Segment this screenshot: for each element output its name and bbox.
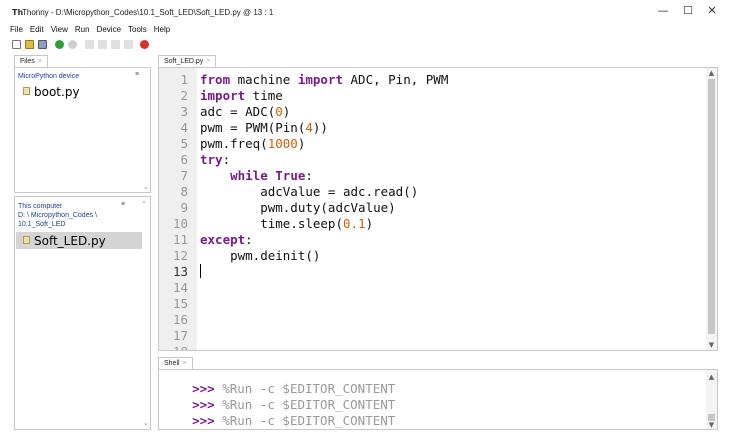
code-line: while True: [230,168,313,183]
menu-view[interactable]: View [51,24,68,36]
scroll-down-icon[interactable]: ▼ [707,421,716,429]
line-number: 9 [180,200,188,215]
shell-console[interactable]: >>> %Run -c $EDITOR_CONTENT >>> %Run -c … [158,369,718,430]
step-over-icon[interactable] [85,39,94,49]
line-number: 3 [180,104,188,119]
save-icon[interactable] [38,39,47,49]
code-line: adc = ADC(0) [200,104,291,119]
python-file-icon [23,87,30,95]
maximize-button[interactable]: ☐ [680,4,696,18]
line-number: 18 [159,344,188,350]
code-line: try: [200,152,231,167]
file-item[interactable]: Soft_LED.py [23,234,106,248]
file-name: Soft_LED.py [34,234,106,248]
line-number: 10 [172,216,188,231]
editor-scrollbar[interactable]: ▲ ▼ [706,68,717,350]
menu-run[interactable]: Run [75,24,90,36]
python-file-icon [23,236,30,244]
device-heading: MicroPython device [18,73,80,80]
toolbar [12,38,149,50]
step-out-icon[interactable] [111,39,120,49]
shell-command: %Run -c $EDITOR_CONTENT [222,413,396,428]
line-number: 1 [180,72,188,87]
scroll-up-icon[interactable]: ▲ [707,373,716,381]
scroll-down-icon[interactable]: ▼ [707,341,716,349]
code-editor[interactable]: 1 2 3 4 5 6 7 8 9 10 11 12 13 14 15 16 1… [158,67,718,351]
computer-heading: This computer [18,203,63,210]
line-number: 7 [180,168,188,183]
line-number: 12 [172,248,188,263]
menu-edit[interactable]: Edit [30,24,44,36]
new-file-icon[interactable] [12,39,21,49]
shell-line: >>> %Run -c $EDITOR_CONTENT [162,398,396,429]
shell-prompt: >>> [192,413,215,428]
line-number: 11 [172,232,188,247]
menu-device[interactable]: Device [97,24,121,36]
computer-path-folder[interactable]: 10.1_Soft_LED [18,220,65,229]
menu-file[interactable]: File [10,24,23,36]
menu-bar: File Edit View Run Device Tools Help [10,24,170,36]
title-bar: Th Thonny - D:\Micropython_Codes\10.1_So… [0,0,732,22]
resume-icon[interactable] [124,39,133,49]
window-title: Thonny - D:\Micropython_Codes\10.1_Soft_… [22,8,274,17]
close-button[interactable]: ✕ [704,4,720,18]
line-number: 5 [180,136,188,151]
menu-tools[interactable]: Tools [128,24,147,36]
code-line: pwm = PWM(Pin(4)) [200,120,328,135]
close-icon[interactable]: × [38,58,42,65]
code-line: pwm.duty(adcValue) [200,200,396,215]
scroll-down-icon[interactable]: ⌄ [143,183,149,191]
code-line: import time [200,88,283,103]
menu-help[interactable]: Help [154,24,170,36]
scrollbar-thumb[interactable] [708,79,715,334]
minimize-button[interactable]: — [655,4,671,18]
this-computer-pane: This computer D: \ Micropython_Codes \ 1… [14,196,151,430]
editor-tab-label: Soft_LED.py [164,58,204,65]
scrollbar-thumb[interactable] [708,414,715,421]
line-number: 2 [180,88,188,103]
code-line: except: [200,232,253,247]
shell-scrollbar[interactable]: ▲ ▼ [706,370,717,429]
tab-soft-led[interactable]: Soft_LED.py × [158,55,217,67]
step-into-icon[interactable] [98,39,107,49]
open-file-icon[interactable] [25,39,34,49]
tab-files[interactable]: Files × [14,55,48,67]
pane-menu-icon[interactable]: ≡ [121,201,125,208]
line-number: 17 [172,328,188,343]
scroll-up-icon[interactable]: ⌃ [141,200,147,208]
run-icon[interactable] [55,39,64,49]
line-number: 6 [180,152,188,167]
tab-shell[interactable]: Shell × [158,357,193,369]
code-line: time.sleep(0.1) [200,216,374,231]
pane-menu-icon[interactable]: ≡ [135,71,139,78]
tab-files-label: Files [20,58,35,65]
file-name: boot.py [34,85,80,99]
close-icon[interactable]: × [183,360,187,367]
line-number: 14 [172,280,188,295]
micropython-device-pane: MicroPython device ≡ boot.py ⌄ [14,67,151,193]
close-icon[interactable]: × [206,58,210,65]
file-item[interactable]: boot.py [23,85,80,99]
code-line: pwm.deinit() [200,248,321,263]
code-line: from machine import ADC, Pin, PWM [200,72,449,87]
debug-icon[interactable] [68,39,77,49]
line-number-current: 13 [172,264,188,279]
scroll-down-icon[interactable]: ⌄ [143,419,149,427]
line-number: 8 [180,184,188,199]
stop-icon[interactable] [140,39,149,49]
code-line: adcValue = adc.read() [200,184,419,199]
line-number: 4 [180,120,188,135]
code-line: pwm.freq(1000) [200,136,306,151]
line-number: 16 [172,312,188,327]
computer-path[interactable]: D: \ Micropython_Codes \ [18,211,97,220]
shell-tab-label: Shell [164,360,180,367]
line-number: 15 [172,296,188,311]
scroll-up-icon[interactable]: ▲ [707,69,716,77]
text-cursor [200,264,201,278]
